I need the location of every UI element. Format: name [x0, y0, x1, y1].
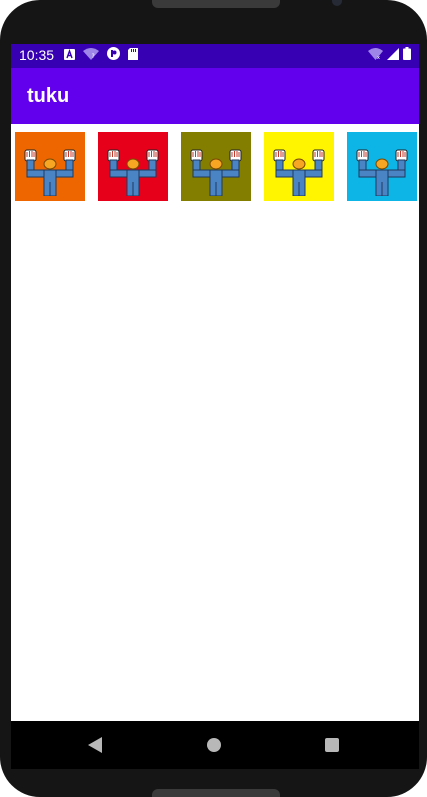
status-bar: 10:35 ? x: [11, 44, 419, 68]
recents-button[interactable]: [325, 738, 339, 752]
image-tile[interactable]: [181, 132, 251, 201]
person-raising-hands-icon: [104, 148, 162, 201]
person-raising-hands-icon: [187, 148, 245, 201]
wifi-question-icon: ?: [83, 47, 99, 65]
image-tile[interactable]: [347, 132, 417, 201]
status-icons-right: x: [368, 47, 411, 65]
home-button[interactable]: [207, 738, 221, 752]
person-raising-hands-icon: [21, 148, 79, 201]
svg-text:x: x: [377, 55, 380, 60]
device-screen: 10:35 ? x tuku: [11, 44, 419, 769]
phone-speaker: [152, 0, 280, 8]
battery-icon: [403, 47, 411, 65]
wifi-icon: x: [368, 47, 383, 65]
person-raising-hands-icon: [270, 148, 328, 201]
sd-card-icon: [128, 47, 138, 65]
phone-bottom-edge: [152, 789, 280, 797]
image-tile[interactable]: [264, 132, 334, 201]
phone-frame: 10:35 ? x tuku: [0, 0, 427, 797]
p-icon: [107, 47, 120, 65]
svg-text:?: ?: [92, 53, 95, 60]
main-content: [11, 124, 419, 721]
signal-icon: [387, 47, 399, 65]
app-title: tuku: [27, 85, 70, 107]
status-icons-left: ?: [64, 47, 138, 65]
image-tile[interactable]: [98, 132, 168, 201]
person-raising-hands-icon: [353, 148, 411, 201]
status-time: 10:35: [19, 47, 55, 63]
app-bar: tuku: [11, 68, 419, 124]
phone-camera: [332, 0, 342, 6]
navigation-bar: [11, 721, 419, 769]
a-icon: [64, 47, 75, 65]
image-tile[interactable]: [15, 132, 85, 201]
back-button[interactable]: [88, 737, 102, 758]
image-row: [15, 132, 417, 201]
